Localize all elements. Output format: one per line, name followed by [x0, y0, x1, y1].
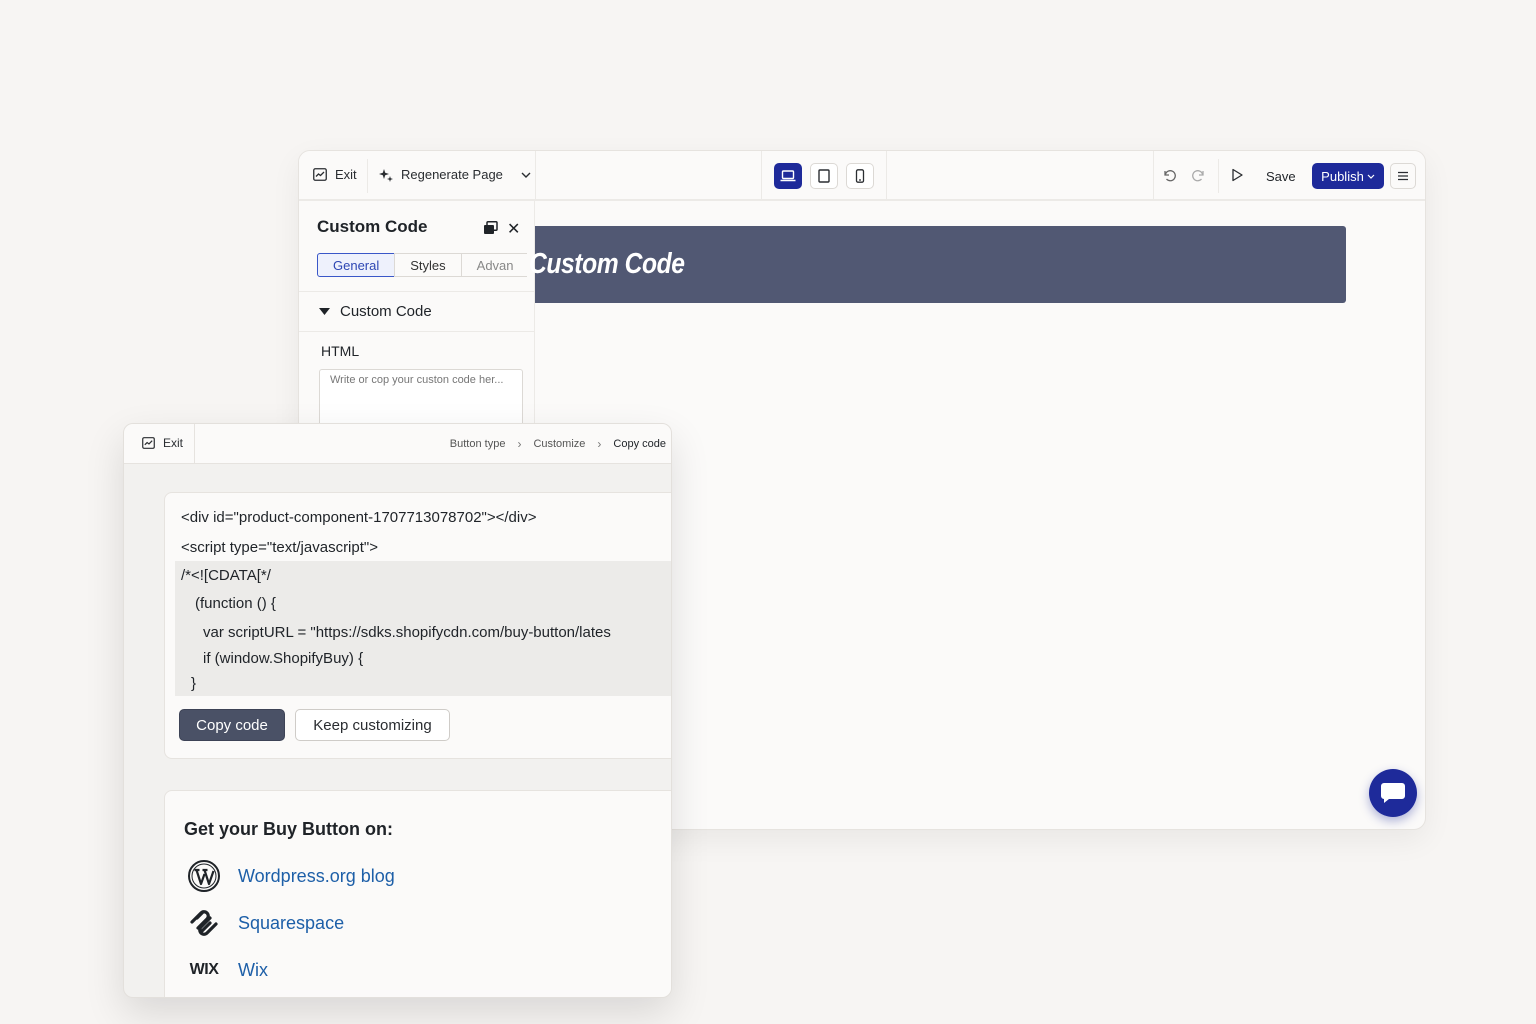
exit-icon	[142, 437, 155, 449]
desktop-view-button[interactable]	[774, 163, 802, 189]
chevron-down-icon	[521, 172, 531, 178]
chat-button[interactable]	[1369, 769, 1417, 817]
code-line: <div id="product-component-1707713078702…	[181, 509, 537, 526]
breadcrumb: Button type › Customize › Copy code	[450, 437, 666, 451]
chevron-right-icon: ›	[517, 437, 522, 451]
platform-link-squarespace[interactable]: Squarespace	[238, 913, 344, 934]
buy-button-toolbar: Exit Button type › Customize › Copy code	[124, 424, 671, 464]
breadcrumb-copy-code: Copy code	[613, 438, 666, 450]
platform-item-wordpress: Wordpress.org blog	[187, 859, 395, 893]
tab-styles[interactable]: Styles	[394, 253, 462, 277]
panel-tabs: General Styles Advan	[317, 253, 527, 277]
breadcrumb-customize[interactable]: Customize	[533, 438, 585, 450]
tablet-icon	[818, 169, 830, 183]
toolbar-divider	[194, 424, 195, 464]
regenerate-page-label: Regenerate Page	[401, 167, 503, 182]
save-button[interactable]: Save	[1258, 163, 1304, 189]
panel-title: Custom Code	[317, 217, 428, 236]
wix-logo: WIX	[187, 953, 221, 987]
tab-general[interactable]: General	[317, 253, 396, 277]
page-banner[interactable]: Custom Code	[529, 226, 1346, 303]
chat-bubble-icon	[1381, 783, 1405, 803]
custom-code-section-toggle[interactable]: Custom Code	[319, 303, 432, 320]
wordpress-icon	[187, 859, 221, 893]
squarespace-icon	[187, 906, 221, 940]
builder-exit-label: Exit	[335, 167, 357, 182]
code-line: (function () {	[195, 595, 276, 612]
html-field-label: HTML	[321, 343, 360, 359]
builder-toolbar: Exit Regenerate Page Save Publish	[299, 151, 1425, 201]
tab-advanced[interactable]: Advan	[460, 253, 527, 277]
redo-icon[interactable]	[1192, 168, 1206, 182]
platform-link-wix[interactable]: Wix	[238, 960, 268, 981]
keep-customizing-button[interactable]: Keep customizing	[295, 709, 450, 741]
chevron-down-icon	[1367, 174, 1375, 179]
code-line: var scriptURL = "https://sdks.shopifycdn…	[203, 624, 611, 641]
tablet-view-button[interactable]	[810, 163, 838, 189]
laptop-icon	[780, 170, 796, 182]
close-icon[interactable]: ✕	[507, 219, 520, 239]
menu-button[interactable]	[1390, 163, 1416, 189]
banner-heading: Custom Code	[529, 248, 685, 280]
code-line: <script type="text/javascript">	[181, 539, 378, 556]
exit-icon	[313, 168, 327, 181]
section-label: Custom Code	[340, 303, 432, 320]
buy-button-exit-label: Exit	[163, 436, 184, 450]
code-line: /*<![CDATA[*/	[181, 567, 271, 584]
buy-button-window: Exit Button type › Customize › Copy code…	[123, 423, 672, 998]
code-block-highlight: /*<![CDATA[*/ (function () { var scriptU…	[175, 561, 671, 696]
embed-code-card: <div id="product-component-1707713078702…	[164, 492, 671, 759]
sparkle-icon	[379, 168, 393, 182]
toolbar-divider	[367, 159, 368, 193]
hamburger-icon	[1398, 171, 1408, 181]
undo-icon[interactable]	[1162, 168, 1176, 182]
publish-label: Publish	[1321, 168, 1364, 184]
wix-logo-text: WIX	[189, 961, 219, 978]
divider	[299, 291, 535, 292]
toolbar-divider	[535, 151, 536, 201]
toolbar-actions: Save Publish	[1153, 151, 1425, 201]
platform-item-squarespace: Squarespace	[187, 906, 344, 940]
publish-button[interactable]: Publish	[1312, 163, 1384, 189]
detach-panel-icon[interactable]	[483, 221, 498, 235]
code-line: if (window.ShopifyBuy) {	[203, 650, 364, 667]
buy-button-exit-button[interactable]: Exit	[142, 436, 183, 450]
phone-icon	[855, 169, 865, 183]
breadcrumb-button-type[interactable]: Button type	[450, 438, 506, 450]
code-line: }	[191, 675, 197, 692]
divider	[299, 331, 535, 332]
platforms-heading: Get your Buy Button on:	[184, 819, 393, 839]
caret-down-icon	[319, 308, 330, 315]
mobile-view-button[interactable]	[846, 163, 874, 189]
preview-play-icon[interactable]	[1230, 168, 1244, 182]
device-switcher	[761, 151, 887, 201]
regenerate-page-button[interactable]: Regenerate Page	[379, 167, 531, 182]
platform-item-wix: WIX Wix	[187, 953, 268, 987]
builder-exit-button[interactable]: Exit	[313, 167, 357, 182]
toolbar-divider	[1218, 159, 1219, 193]
platforms-card: Get your Buy Button on: Wordpress.org bl…	[164, 790, 671, 997]
chevron-right-icon: ›	[597, 437, 602, 451]
copy-code-button[interactable]: Copy code	[179, 709, 285, 741]
platform-link-wordpress[interactable]: Wordpress.org blog	[238, 866, 395, 887]
